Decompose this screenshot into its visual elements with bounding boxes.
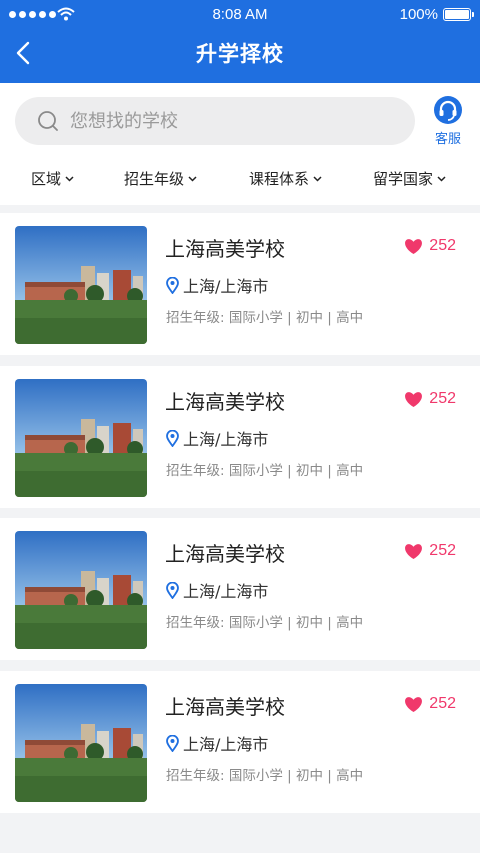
- school-grades: 招生年级: 国际小学 | 初中 | 高中: [166, 463, 364, 479]
- chevron-down-icon: [437, 175, 446, 182]
- like-button[interactable]: 252: [404, 390, 456, 408]
- chevron-down-icon: [313, 175, 322, 182]
- location-pin-icon: [166, 429, 179, 447]
- headset-icon: [434, 96, 462, 124]
- battery-icon: [443, 8, 474, 21]
- school-location: 上海/上海市: [166, 426, 268, 450]
- school-grades: 招生年级: 国际小学 | 初中 | 高中: [166, 615, 364, 631]
- status-bar: 8:08 AM 100%: [0, 0, 480, 30]
- chevron-down-icon: [188, 175, 197, 182]
- like-count: 252: [429, 237, 456, 254]
- location-pin-icon: [166, 581, 179, 599]
- customer-service-button[interactable]: 客服: [430, 95, 466, 149]
- like-button[interactable]: 252: [404, 695, 456, 713]
- location-text: 上海/上海市: [183, 277, 269, 296]
- school-card[interactable]: 上海高美学校 252 上海/上海市 招生年级: 国际小学 | 初中 | 高中: [0, 213, 480, 355]
- filter-region[interactable]: 区域: [31, 163, 74, 193]
- school-grades: 招生年级: 国际小学 | 初中 | 高中: [166, 768, 364, 784]
- location-pin-icon: [166, 734, 179, 752]
- like-button[interactable]: 252: [404, 237, 456, 255]
- filter-study-country[interactable]: 留学国家: [373, 163, 446, 193]
- heart-icon: [405, 391, 423, 407]
- location-text: 上海/上海市: [183, 735, 269, 754]
- school-card[interactable]: 上海高美学校 252 上海/上海市 招生年级: 国际小学 | 初中 | 高中: [0, 366, 480, 508]
- top-header: 8:08 AM 100% 升学择校: [0, 0, 480, 83]
- filter-label: 区域: [31, 169, 62, 188]
- school-name: 上海高美学校: [165, 542, 285, 566]
- filter-grade[interactable]: 招生年级: [124, 163, 197, 193]
- school-location: 上海/上海市: [166, 273, 268, 297]
- filter-label: 留学国家: [373, 169, 434, 188]
- like-count: 252: [429, 542, 456, 559]
- school-photo: [15, 226, 147, 344]
- like-count: 252: [429, 695, 456, 712]
- school-photo: [15, 684, 147, 802]
- page-title: 升学择校: [196, 42, 284, 66]
- heart-icon: [405, 238, 423, 254]
- location-text: 上海/上海市: [183, 430, 269, 449]
- service-label: 客服: [434, 132, 461, 147]
- school-card[interactable]: 上海高美学校 252 上海/上海市 招生年级: 国际小学 | 初中 | 高中: [0, 518, 480, 660]
- search-box[interactable]: [15, 97, 415, 145]
- filter-bar: 区域 招生年级 课程体系 留学国家: [0, 163, 480, 193]
- search-icon: [38, 111, 58, 131]
- filter-label: 课程体系: [249, 169, 310, 188]
- school-photo: [15, 531, 147, 649]
- like-count: 252: [429, 390, 456, 407]
- battery-percent: 100%: [399, 6, 438, 23]
- school-name: 上海高美学校: [165, 237, 285, 261]
- chevron-down-icon: [65, 175, 74, 182]
- location-text: 上海/上海市: [183, 582, 269, 601]
- filter-label: 招生年级: [124, 169, 185, 188]
- school-grades: 招生年级: 国际小学 | 初中 | 高中: [166, 310, 364, 326]
- school-photo: [15, 379, 147, 497]
- school-location: 上海/上海市: [166, 731, 268, 755]
- school-name: 上海高美学校: [165, 390, 285, 414]
- filter-curriculum[interactable]: 课程体系: [249, 163, 322, 193]
- heart-icon: [405, 543, 423, 559]
- search-input[interactable]: [70, 97, 400, 145]
- like-button[interactable]: 252: [404, 542, 456, 560]
- search-section: 客服 区域 招生年级 课程体系 留学国家: [0, 83, 480, 205]
- location-pin-icon: [166, 276, 179, 294]
- school-location: 上海/上海市: [166, 578, 268, 602]
- heart-icon: [405, 696, 423, 712]
- school-name: 上海高美学校: [165, 695, 285, 719]
- school-card[interactable]: 上海高美学校 252 上海/上海市 招生年级: 国际小学 | 初中 | 高中: [0, 671, 480, 813]
